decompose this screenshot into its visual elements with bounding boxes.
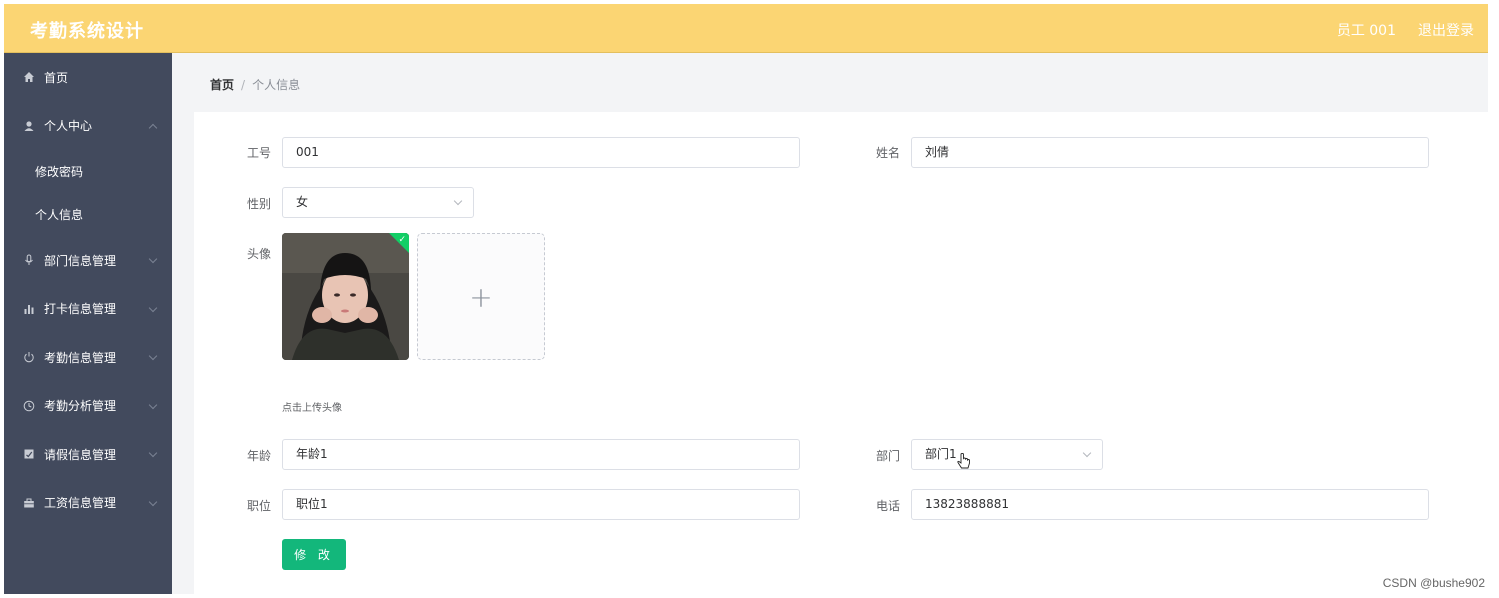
chevron-down-icon: [148, 497, 158, 506]
avatar-label: 头像: [246, 247, 271, 261]
sidebar-item-label: 部门信息管理: [44, 253, 117, 268]
profile-form: 工号 001 姓名 刘倩 性别 女 头像 ✓ + 点击上传头像 年龄 年龄1 部…: [194, 112, 1488, 594]
breadcrumb-current: 个人信息: [252, 78, 301, 92]
user-name[interactable]: 员工 001: [1337, 20, 1396, 40]
watermark: CSDN @bushe902: [1382, 576, 1485, 590]
chevron-down-icon: [1082, 448, 1092, 458]
sidebar-item-dept[interactable]: 部门信息管理: [4, 236, 172, 285]
logout-link[interactable]: 退出登录: [1418, 20, 1474, 40]
mic-icon: [22, 253, 36, 267]
user-icon: [22, 119, 36, 133]
dept-select[interactable]: 部门1: [911, 439, 1103, 470]
gender-label: 性别: [246, 197, 271, 211]
sidebar-item-analysis[interactable]: 考勤分析管理: [4, 382, 172, 431]
job-no-input[interactable]: 001: [282, 137, 800, 168]
sidebar: 首页 个人中心 修改密码 个人信息 部门信息管理 打卡信息管理 考勤信息管理 考…: [4, 53, 172, 594]
sidebar-item-label: 个人中心: [44, 119, 93, 134]
clock-icon: [22, 399, 36, 413]
avatar-upload-hint: 点击上传头像: [282, 403, 342, 414]
submit-button[interactable]: 修 改: [282, 539, 346, 570]
dept-value: 部门1: [925, 447, 957, 461]
power-icon: [22, 350, 36, 364]
sidebar-item-clockin[interactable]: 打卡信息管理: [4, 285, 172, 334]
gender-select[interactable]: 女: [282, 187, 474, 218]
breadcrumb-bar: 首页 / 个人信息: [172, 53, 1488, 111]
sidebar-item-home[interactable]: 首页: [4, 53, 172, 102]
position-label: 职位: [246, 499, 271, 513]
sidebar-subitem-change-password[interactable]: 修改密码: [4, 150, 172, 193]
chevron-down-icon: [148, 255, 158, 264]
avatar-upload-button[interactable]: +: [417, 233, 545, 360]
sidebar-item-label: 工资信息管理: [44, 496, 117, 511]
chevron-down-icon: [148, 303, 158, 312]
dept-label: 部门: [875, 449, 900, 463]
name-label: 姓名: [875, 146, 900, 160]
job-no-label: 工号: [246, 146, 271, 160]
app-window: 考勤系统设计 员工 001 退出登录 首页 个人中心 修改密码 个人信息 部门信…: [4, 4, 1488, 594]
sidebar-item-salary[interactable]: 工资信息管理: [4, 479, 172, 528]
breadcrumb-separator: /: [241, 78, 246, 92]
avatar-image[interactable]: ✓: [282, 233, 409, 360]
plus-icon: +: [469, 280, 493, 313]
hand-cursor-icon: [957, 452, 971, 475]
chevron-down-icon: [453, 196, 463, 206]
sidebar-item-label: 请假信息管理: [44, 447, 117, 462]
sidebar-item-leave[interactable]: 请假信息管理: [4, 430, 172, 479]
chevron-down-icon: [148, 352, 158, 361]
app-title: 考勤系统设计: [30, 21, 144, 42]
sidebar-item-label: 考勤信息管理: [44, 350, 117, 365]
breadcrumb: 首页 / 个人信息: [210, 76, 300, 93]
sidebar-item-personal-center[interactable]: 个人中心: [4, 102, 172, 151]
note-icon: [22, 447, 36, 461]
phone-input[interactable]: 13823888881: [911, 489, 1429, 520]
briefcase-icon: [22, 496, 36, 510]
name-input[interactable]: 刘倩: [911, 137, 1429, 168]
chevron-up-icon: [148, 123, 158, 132]
sidebar-item-label: 考勤分析管理: [44, 399, 117, 414]
chevron-down-icon: [148, 449, 158, 458]
position-input[interactable]: 职位1: [282, 489, 800, 520]
chevron-down-icon: [148, 400, 158, 409]
bar-chart-icon: [22, 302, 36, 316]
age-input[interactable]: 年龄1: [282, 439, 800, 470]
sidebar-subitem-personal-info[interactable]: 个人信息: [4, 193, 172, 236]
home-icon: [22, 70, 36, 84]
check-icon: ✓: [398, 235, 406, 245]
sidebar-item-attendance[interactable]: 考勤信息管理: [4, 333, 172, 382]
phone-label: 电话: [875, 499, 900, 513]
age-label: 年龄: [246, 449, 271, 463]
breadcrumb-home[interactable]: 首页: [210, 78, 234, 92]
sidebar-item-label: 首页: [44, 70, 69, 85]
top-header: 考勤系统设计 员工 001 退出登录: [4, 4, 1488, 53]
gender-value: 女: [296, 195, 309, 209]
sidebar-item-label: 打卡信息管理: [44, 302, 117, 317]
